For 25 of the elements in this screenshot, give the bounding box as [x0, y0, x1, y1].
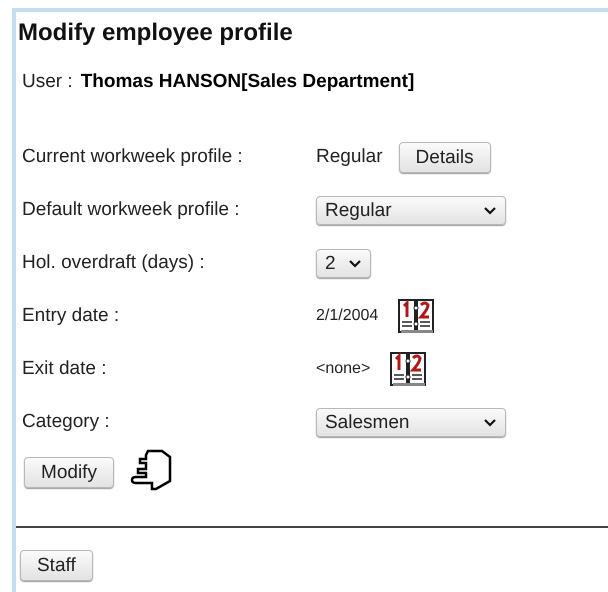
page-title: Modify employee profile	[17, 18, 294, 48]
dropdown[interactable]: Regular	[316, 196, 506, 224]
modify-button[interactable]: Modify	[24, 456, 114, 488]
user-label: User :	[22, 70, 73, 94]
date-value: 2/1/2004	[316, 306, 378, 326]
field-label: Current workweek profile :	[22, 144, 244, 169]
user-name: Thomas HANSON[Sales Department]	[80, 70, 414, 94]
details-button[interactable]: Details	[398, 142, 491, 172]
dropdown[interactable]: 2	[316, 248, 371, 278]
field-label: Entry date :	[22, 304, 120, 328]
field-label: Exit date :	[22, 356, 108, 381]
calendar-button[interactable]	[390, 351, 426, 387]
chevron-down-icon	[348, 258, 362, 268]
chevron-down-icon	[483, 206, 497, 214]
staff-button[interactable]: Staff	[20, 550, 93, 580]
date-value: <none>	[316, 359, 370, 379]
field-label: Category :	[22, 410, 111, 434]
calendar-icon	[390, 351, 426, 387]
dropdown[interactable]: Salesmen	[316, 408, 506, 436]
field-label: Default workweek profile :	[22, 198, 241, 222]
field-label: Hol. overdraft (days) :	[22, 250, 206, 275]
calendar-button[interactable]	[398, 298, 434, 334]
calendar-icon	[398, 298, 434, 334]
chevron-down-icon	[483, 418, 497, 426]
field-value: Regular	[316, 144, 383, 169]
